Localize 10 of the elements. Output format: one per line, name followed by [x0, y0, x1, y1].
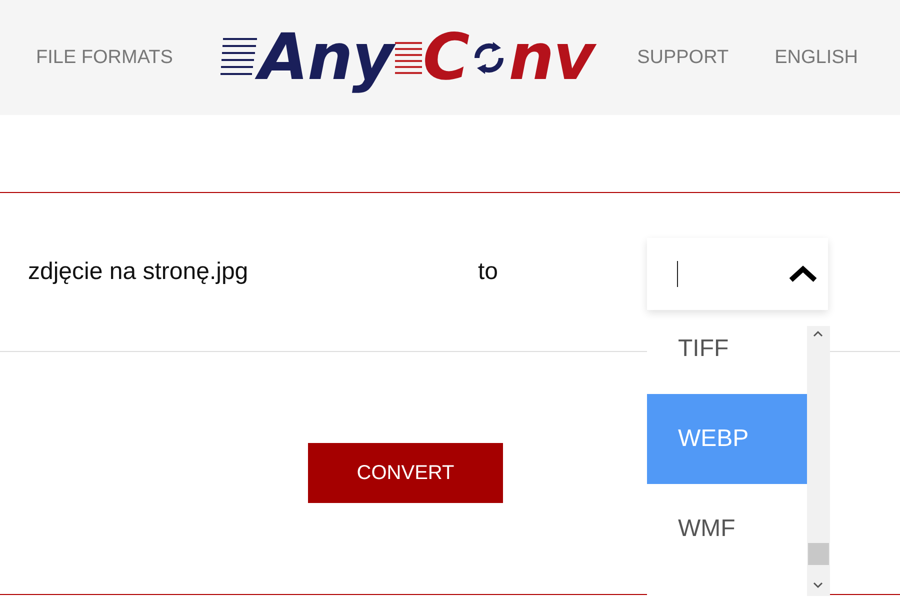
- nav-link[interactable]: FILE FORMATS: [36, 46, 173, 68]
- format-select[interactable]: [647, 238, 828, 310]
- scrollbar[interactable]: [807, 326, 830, 596]
- file-name: zdjęcie na stronę.jpg: [28, 258, 250, 286]
- to-label: to: [478, 258, 498, 286]
- logo[interactable]: Any C nv: [218, 18, 594, 98]
- chevron-up-icon: [788, 265, 818, 283]
- nav-link[interactable]: ENGLISH: [774, 46, 858, 68]
- convert-button[interactable]: CONVERT: [308, 443, 503, 503]
- nav-link[interactable]: SUPPORT: [637, 46, 729, 68]
